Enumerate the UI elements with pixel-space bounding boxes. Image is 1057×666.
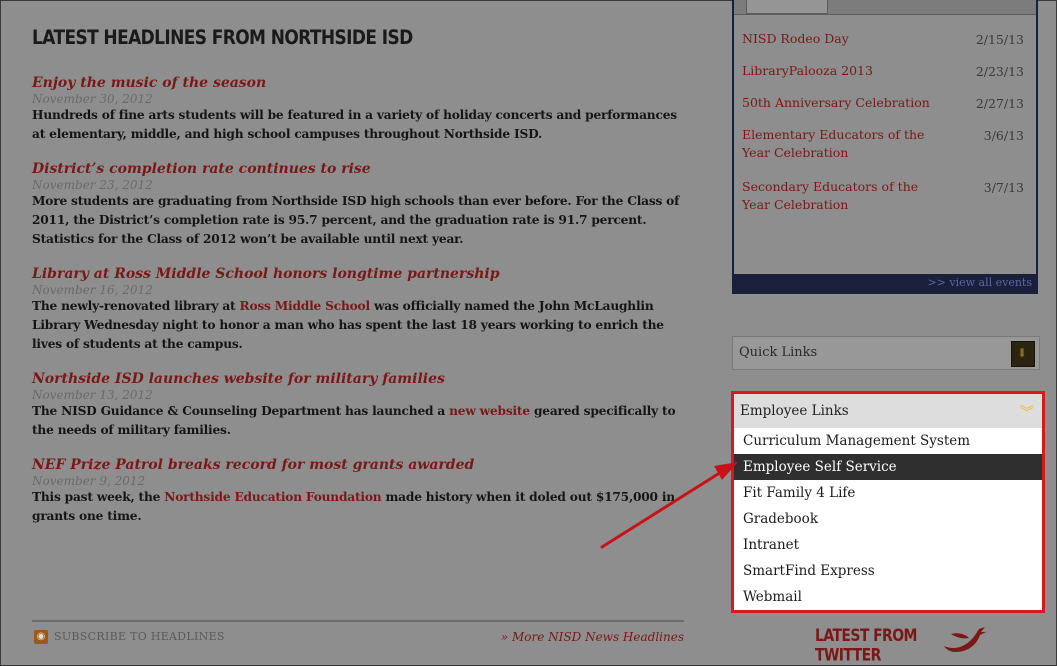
annotation-arrow [600,462,738,549]
